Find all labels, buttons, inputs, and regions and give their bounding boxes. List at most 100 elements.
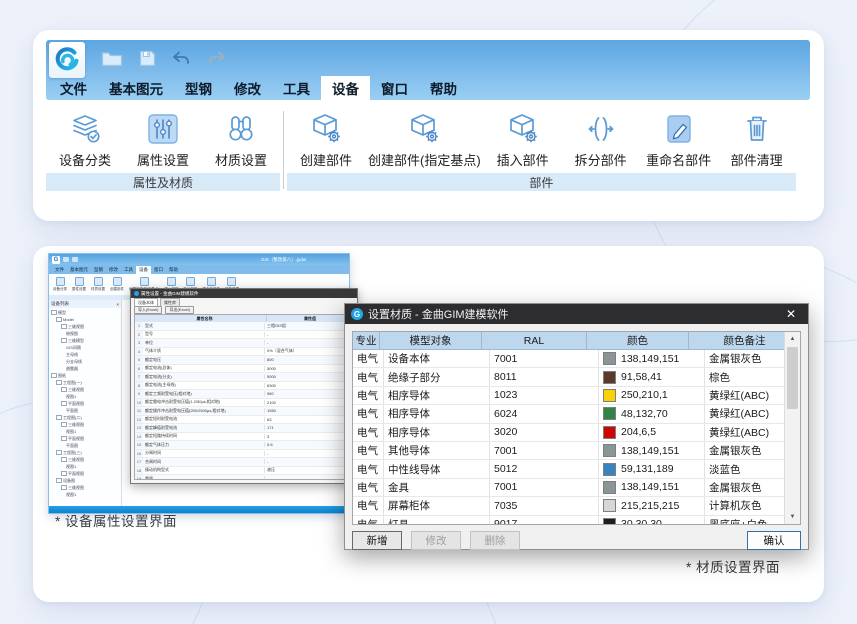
table-row[interactable]: 电气金具7001138,149,151金属银灰色: [353, 479, 800, 497]
property-row[interactable]: 2型号-: [135, 331, 353, 340]
tree-expander-icon[interactable]: [61, 457, 67, 463]
save-icon[interactable]: [139, 50, 156, 67]
tree-expander-icon[interactable]: [56, 415, 62, 421]
ribbon-tool[interactable]: 属性设置: [124, 110, 202, 169]
property-row[interactable]: 17合闸时间-: [135, 458, 353, 467]
tree-item[interactable]: 三维视图: [51, 386, 121, 393]
property-row[interactable]: 19重量-: [135, 475, 353, 480]
tree-expander-icon[interactable]: [61, 422, 67, 428]
mini-ribbon-tool[interactable]: 材质设置: [91, 277, 105, 292]
tree-item[interactable]: 工程图(二): [51, 414, 121, 421]
tree-item[interactable]: 平面图: [51, 442, 121, 449]
modify-button[interactable]: 修改: [411, 531, 461, 550]
menu-item[interactable]: 设备: [321, 76, 370, 100]
tree-item[interactable]: 视图1: [51, 491, 121, 498]
tree-expander-icon[interactable]: [61, 436, 67, 442]
material-dialog-titlebar[interactable]: G 设置材质 - 金曲GIM建模软件 ✕: [345, 304, 808, 324]
mini-menu-item[interactable]: 基本图元: [67, 266, 91, 274]
mini-ribbon-tool[interactable]: 属性设置: [72, 277, 86, 292]
ribbon-tool[interactable]: 材质设置: [202, 110, 280, 169]
menu-item[interactable]: 基本图元: [98, 76, 174, 100]
tree-item[interactable]: 视图1: [51, 393, 121, 400]
property-dialog-tab[interactable]: 设备本体: [134, 298, 158, 306]
table-row[interactable]: 电气相序导体1023250,210,1黄绿红(ABC): [353, 387, 800, 405]
material-dialog[interactable]: G 设置材质 - 金曲GIM建模软件 ✕ 专业模型对象RAL颜色颜色备注 电气设…: [344, 303, 809, 550]
table-row[interactable]: 电气相序导体602448,132,70黄绿红(ABC): [353, 405, 800, 423]
tree-item[interactable]: 平面视图: [51, 470, 121, 477]
excel-button[interactable]: 导入(Excel): [134, 306, 162, 314]
menu-item[interactable]: 帮助: [419, 76, 468, 100]
property-dialog-tab[interactable]: 属性库: [160, 298, 180, 306]
scrollbar-thumb[interactable]: [787, 347, 798, 409]
ribbon-tool[interactable]: 拆分部件: [562, 110, 640, 169]
mini-menu-item[interactable]: 修改: [106, 266, 121, 274]
property-row[interactable]: 12额定短时耐受电流63: [135, 416, 353, 425]
tree-expander-icon[interactable]: [61, 485, 67, 491]
redo-icon[interactable]: [207, 51, 226, 65]
property-row[interactable]: 14额定短路持续时间3: [135, 433, 353, 442]
open-folder-icon[interactable]: [101, 50, 123, 67]
mini-ribbon-tool[interactable]: 创建部件: [110, 277, 124, 292]
tree-expander-icon[interactable]: [61, 387, 67, 393]
tree-item[interactable]: 视图1: [51, 428, 121, 435]
tree-expander-icon[interactable]: [56, 450, 62, 456]
tree-expander-icon[interactable]: [61, 471, 67, 477]
tree-item[interactable]: 图纸: [51, 372, 121, 379]
mini-menu-item[interactable]: 型钢: [91, 266, 106, 274]
property-row[interactable]: 18操动机构型式液压: [135, 467, 353, 476]
mini-ribbon-tool[interactable]: 设备分类: [53, 277, 67, 292]
property-row[interactable]: 11额定操作冲击耐受电压值(250/2500μs,相对地)1550: [135, 407, 353, 416]
tree-expander-icon[interactable]: [56, 317, 62, 323]
menu-item[interactable]: 工具: [272, 76, 321, 100]
menu-item[interactable]: 文件: [49, 76, 98, 100]
tree-item[interactable]: 平面视图: [51, 400, 121, 407]
ribbon-tool[interactable]: 部件清理: [718, 110, 796, 169]
tree-item[interactable]: 避雷器: [51, 365, 121, 372]
tree-expander-icon[interactable]: [51, 373, 57, 379]
property-row[interactable]: 3单位-: [135, 339, 353, 348]
property-row[interactable]: 9额定工频耐受电压(相对地)960: [135, 390, 353, 399]
tree-item[interactable]: 三维视图: [51, 484, 121, 491]
property-row[interactable]: 10额定雷电冲击耐受电压值(1.2/50μs,相对地)2100: [135, 399, 353, 408]
property-row[interactable]: 4气体介质0%（混合气体）: [135, 348, 353, 357]
tree-item[interactable]: 三维模型: [51, 337, 121, 344]
table-row[interactable]: 电气屏幕柜体7035215,215,215计算机灰色: [353, 497, 800, 515]
mini-menu-item[interactable]: 设备: [136, 266, 151, 274]
delete-button[interactable]: 删除: [470, 531, 520, 550]
mini-menu-item[interactable]: 窗口: [151, 266, 166, 274]
tree-item[interactable]: 设备图: [51, 477, 121, 484]
tree-expander-icon[interactable]: [51, 310, 57, 316]
menu-item[interactable]: 窗口: [370, 76, 419, 100]
tree-expander-icon[interactable]: [56, 380, 62, 386]
mini-tree-close-icon[interactable]: ×: [116, 302, 119, 307]
property-dialog[interactable]: 属性设置 - 金曲GIM建模软件 设备本体属性库 导入(Excel)导出(Exc…: [130, 288, 358, 484]
tree-expander-icon[interactable]: [56, 478, 62, 484]
property-row[interactable]: 15额定气体压力0.6: [135, 441, 353, 450]
scrollbar[interactable]: ▲ ▼: [784, 332, 800, 524]
menu-item[interactable]: 型钢: [174, 76, 223, 100]
tree-expander-icon[interactable]: [61, 338, 67, 344]
excel-button[interactable]: 导出(Excel): [165, 306, 193, 314]
tree-item[interactable]: 主母线: [51, 351, 121, 358]
confirm-button[interactable]: 确认: [747, 531, 801, 550]
app-titlebar[interactable]: 文件基本图元型钢修改工具设备窗口帮助: [46, 40, 810, 100]
ribbon-tool[interactable]: 设备分类: [46, 110, 124, 169]
mini-menu-item[interactable]: 工具: [121, 266, 136, 274]
property-row[interactable]: 8额定电流(主母线)6300: [135, 382, 353, 391]
mini-menu-item[interactable]: 文件: [52, 266, 67, 274]
ribbon-tool[interactable]: 重命名部件: [640, 110, 718, 169]
scroll-down-icon[interactable]: ▼: [785, 510, 800, 524]
app-logo-icon[interactable]: [49, 42, 85, 78]
mini-window-titlebar[interactable]: G GIS（整改第八）.jydw: [49, 254, 349, 265]
table-row[interactable]: 电气中性线导体501259,131,189淡蓝色: [353, 460, 800, 478]
tree-item[interactable]: GIS间隔: [51, 344, 121, 351]
ribbon-tool[interactable]: 创建部件: [287, 110, 365, 169]
table-row[interactable]: 电气设备本体7001138,149,151金属银灰色: [353, 350, 800, 368]
property-row[interactable]: 6额定电流(总体)5000: [135, 365, 353, 374]
ribbon-tool[interactable]: 插入部件: [484, 110, 562, 169]
tree-expander-icon[interactable]: [61, 324, 67, 330]
tree-item[interactable]: 工程图(三): [51, 449, 121, 456]
table-row[interactable]: 电气灯具901730,30,30黑底座+白色: [353, 516, 800, 525]
property-row[interactable]: 13额定峰值耐受电流171: [135, 424, 353, 433]
tree-item[interactable]: 三维视图: [51, 323, 121, 330]
